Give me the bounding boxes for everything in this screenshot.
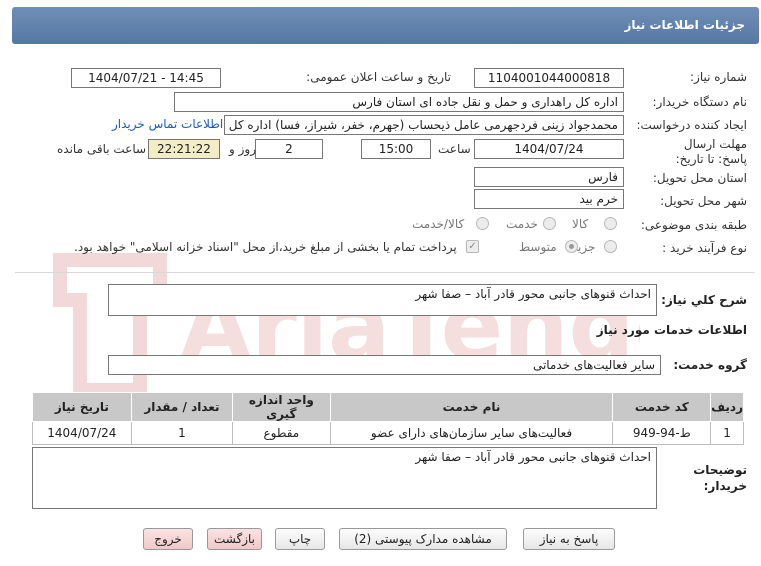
need-number-label: شماره نیاز: [690,70,747,84]
cell-row: 1 [710,421,744,445]
col-service-code: کد خدمت [612,392,712,422]
category-service-radio[interactable] [543,217,556,230]
col-need-date: تاریخ نیاز [32,392,132,422]
city-label: شهر محل تحویل: [660,194,747,208]
deadline-time-field: 15:00 [361,139,431,159]
table-header-row: ردیف کد خدمت نام خدمت واحد اندازه گیری ت… [32,392,744,422]
category-goods-service-radio[interactable] [476,217,489,230]
cell-service-code: ط-94-949 [612,421,712,445]
back-button[interactable]: بازگشت [207,528,262,550]
category-goods-radio[interactable] [604,217,617,230]
deadline-label: مهلت ارسال پاسخ: تا تاریخ: [675,137,747,166]
province-label: استان محل تحویل: [652,171,747,185]
announce-date-field: 1404/07/21 - 14:45 [71,68,221,88]
table-row: 1 ط-94-949 فعالیت‌های سایر سازمان‌های دا… [32,421,744,445]
category-service-option: خدمت [506,217,538,231]
deadline-date-field: 1404/07/24 [474,139,624,159]
service-group-label: گروه خدمت: [673,358,747,372]
services-section-title: اطلاعات خدمات مورد نياز [596,323,747,337]
reply-button[interactable]: پاسخ به نیاز [523,528,615,550]
buyer-contact-link[interactable]: اطلاعات تماس خریدار [112,117,223,131]
process-medium-radio[interactable] [565,240,578,253]
col-quantity: تعداد / مقدار [130,392,234,422]
days-label: روز و [229,142,256,156]
requester-field: محمدجواد زینی فردجهرمی عامل ذیحساب (جهرم… [224,115,624,135]
buyer-org-label: نام دستگاه خریدار: [652,95,748,109]
divider [15,272,755,273]
page-header: جزئیات اطلاعات نیاز [12,7,759,44]
category-goods-service-option: کالا/خدمت [412,217,465,231]
buyer-org-field: اداره کل راهداری و حمل و نقل جاده ای است… [174,92,624,112]
services-table: ردیف کد خدمت نام خدمت واحد اندازه گیری ت… [32,392,744,445]
cell-unit: مقطوع [232,421,331,445]
buyer-notes-field: احداث قنوهای جانبی محور قادر آباد – صفا … [32,447,657,509]
page-title: جزئیات اطلاعات نیاز [624,18,745,32]
city-field: خرم بید [474,189,624,209]
view-attachments-button[interactable]: مشاهده مدارک پیوستی (2) [339,528,507,550]
requester-label: ایجاد کننده درخواست: [636,118,747,132]
col-unit: واحد اندازه گیری [232,392,331,422]
process-minor-radio[interactable] [604,240,617,253]
description-label: شرح کلي نياز: [661,293,747,307]
days-remaining-field: 2 [255,139,323,159]
cell-need-date: 1404/07/24 [32,421,132,445]
print-button[interactable]: چاپ [275,528,325,550]
need-number-field: 1104001044000818 [474,68,624,88]
payment-note: پرداخت تمام یا بخشی از مبلغ خرید،از محل … [74,240,457,254]
cell-service-name: فعالیت‌های سایر سازمان‌های دارای عضو [329,421,614,445]
watermark-logo: AriaTender.neT [53,253,640,397]
cell-quantity: 1 [130,421,234,445]
col-service-name: نام خدمت [329,392,614,422]
exit-button[interactable]: خروج [143,528,193,550]
treasury-checkbox[interactable]: ✓ [466,240,479,253]
buyer-notes-label: توضیحات خریدار: [693,463,747,493]
col-row: ردیف [710,392,744,422]
process-type-label: نوع فرآیند خرید : [662,241,747,255]
description-field: احداث قنوهای جانبی محور قادر آباد – صفا … [108,284,657,316]
province-field: فارس [474,167,624,187]
category-goods-option: کالا [572,217,589,231]
announce-date-label: تاریخ و ساعت اعلان عمومی: [306,70,451,84]
deadline-time-label: ساعت [438,142,471,156]
remaining-time-field: 22:21:22 [148,139,220,159]
remaining-time-label: ساعت باقی مانده [57,142,147,156]
service-group-field: ساير فعاليت‌هاى خدماتى [108,355,661,375]
process-medium-option: متوسط [519,240,557,254]
category-label: طبقه بندی موضوعی: [640,218,747,232]
